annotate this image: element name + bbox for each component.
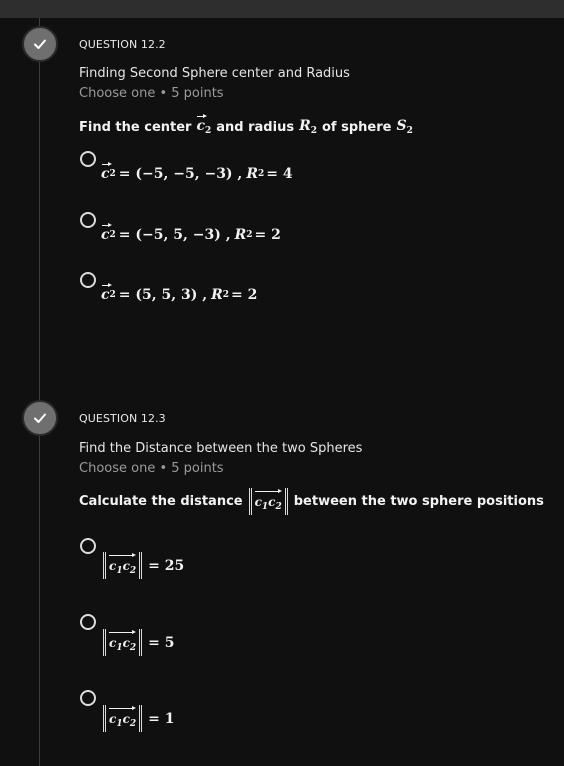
question-title: Find the Distance between the two Sphere… [79,441,363,456]
answer-option[interactable]: c1c2 = 25 [101,552,184,579]
timeline-line [39,18,40,766]
answer-radio[interactable] [80,614,96,630]
prompt-text: between the two sphere positions [293,494,544,509]
prompt-text: of sphere [321,119,392,135]
answer-radio[interactable] [80,151,96,167]
question-number: QUESTION 12.3 [79,412,166,425]
question-title: Finding Second Sphere center and Radius [79,66,350,81]
question-complete-check-icon [22,400,58,436]
answer-radio[interactable] [80,690,96,706]
sphere-symbol: S2 [396,118,413,136]
answer-option[interactable]: c1c2 = 1 [101,705,175,732]
answer-radio[interactable] [80,538,96,554]
answer-option[interactable]: c2 = (5, 5, 3) , R2 = 2 [101,283,257,303]
question-number: QUESTION 12.2 [79,38,166,51]
question-meta: Choose one • 5 points [79,86,224,101]
center-vector-symbol: c2 [196,114,212,136]
top-bar [0,0,564,18]
answer-radio[interactable] [80,272,96,288]
prompt-text: Calculate the distance [79,494,243,509]
answer-option[interactable]: c2 = (−5, 5, −3) , R2 = 2 [101,223,281,243]
prompt-text: Find the center [79,119,192,135]
answer-radio[interactable] [80,212,96,228]
prompt-text: and radius [216,119,295,135]
question-complete-check-icon [22,26,58,62]
radius-symbol: R2 [299,118,317,136]
question-prompt: Find the center c2 and radius R2 of sphe… [79,114,413,136]
answer-option[interactable]: c1c2 = 5 [101,629,175,656]
distance-norm-symbol: c1c2 [248,488,288,515]
question-meta: Choose one • 5 points [79,461,224,476]
question-prompt: Calculate the distance c1c2 between the … [79,488,544,515]
answer-option[interactable]: c2 = (−5, −5, −3) , R2 = 4 [101,162,293,182]
